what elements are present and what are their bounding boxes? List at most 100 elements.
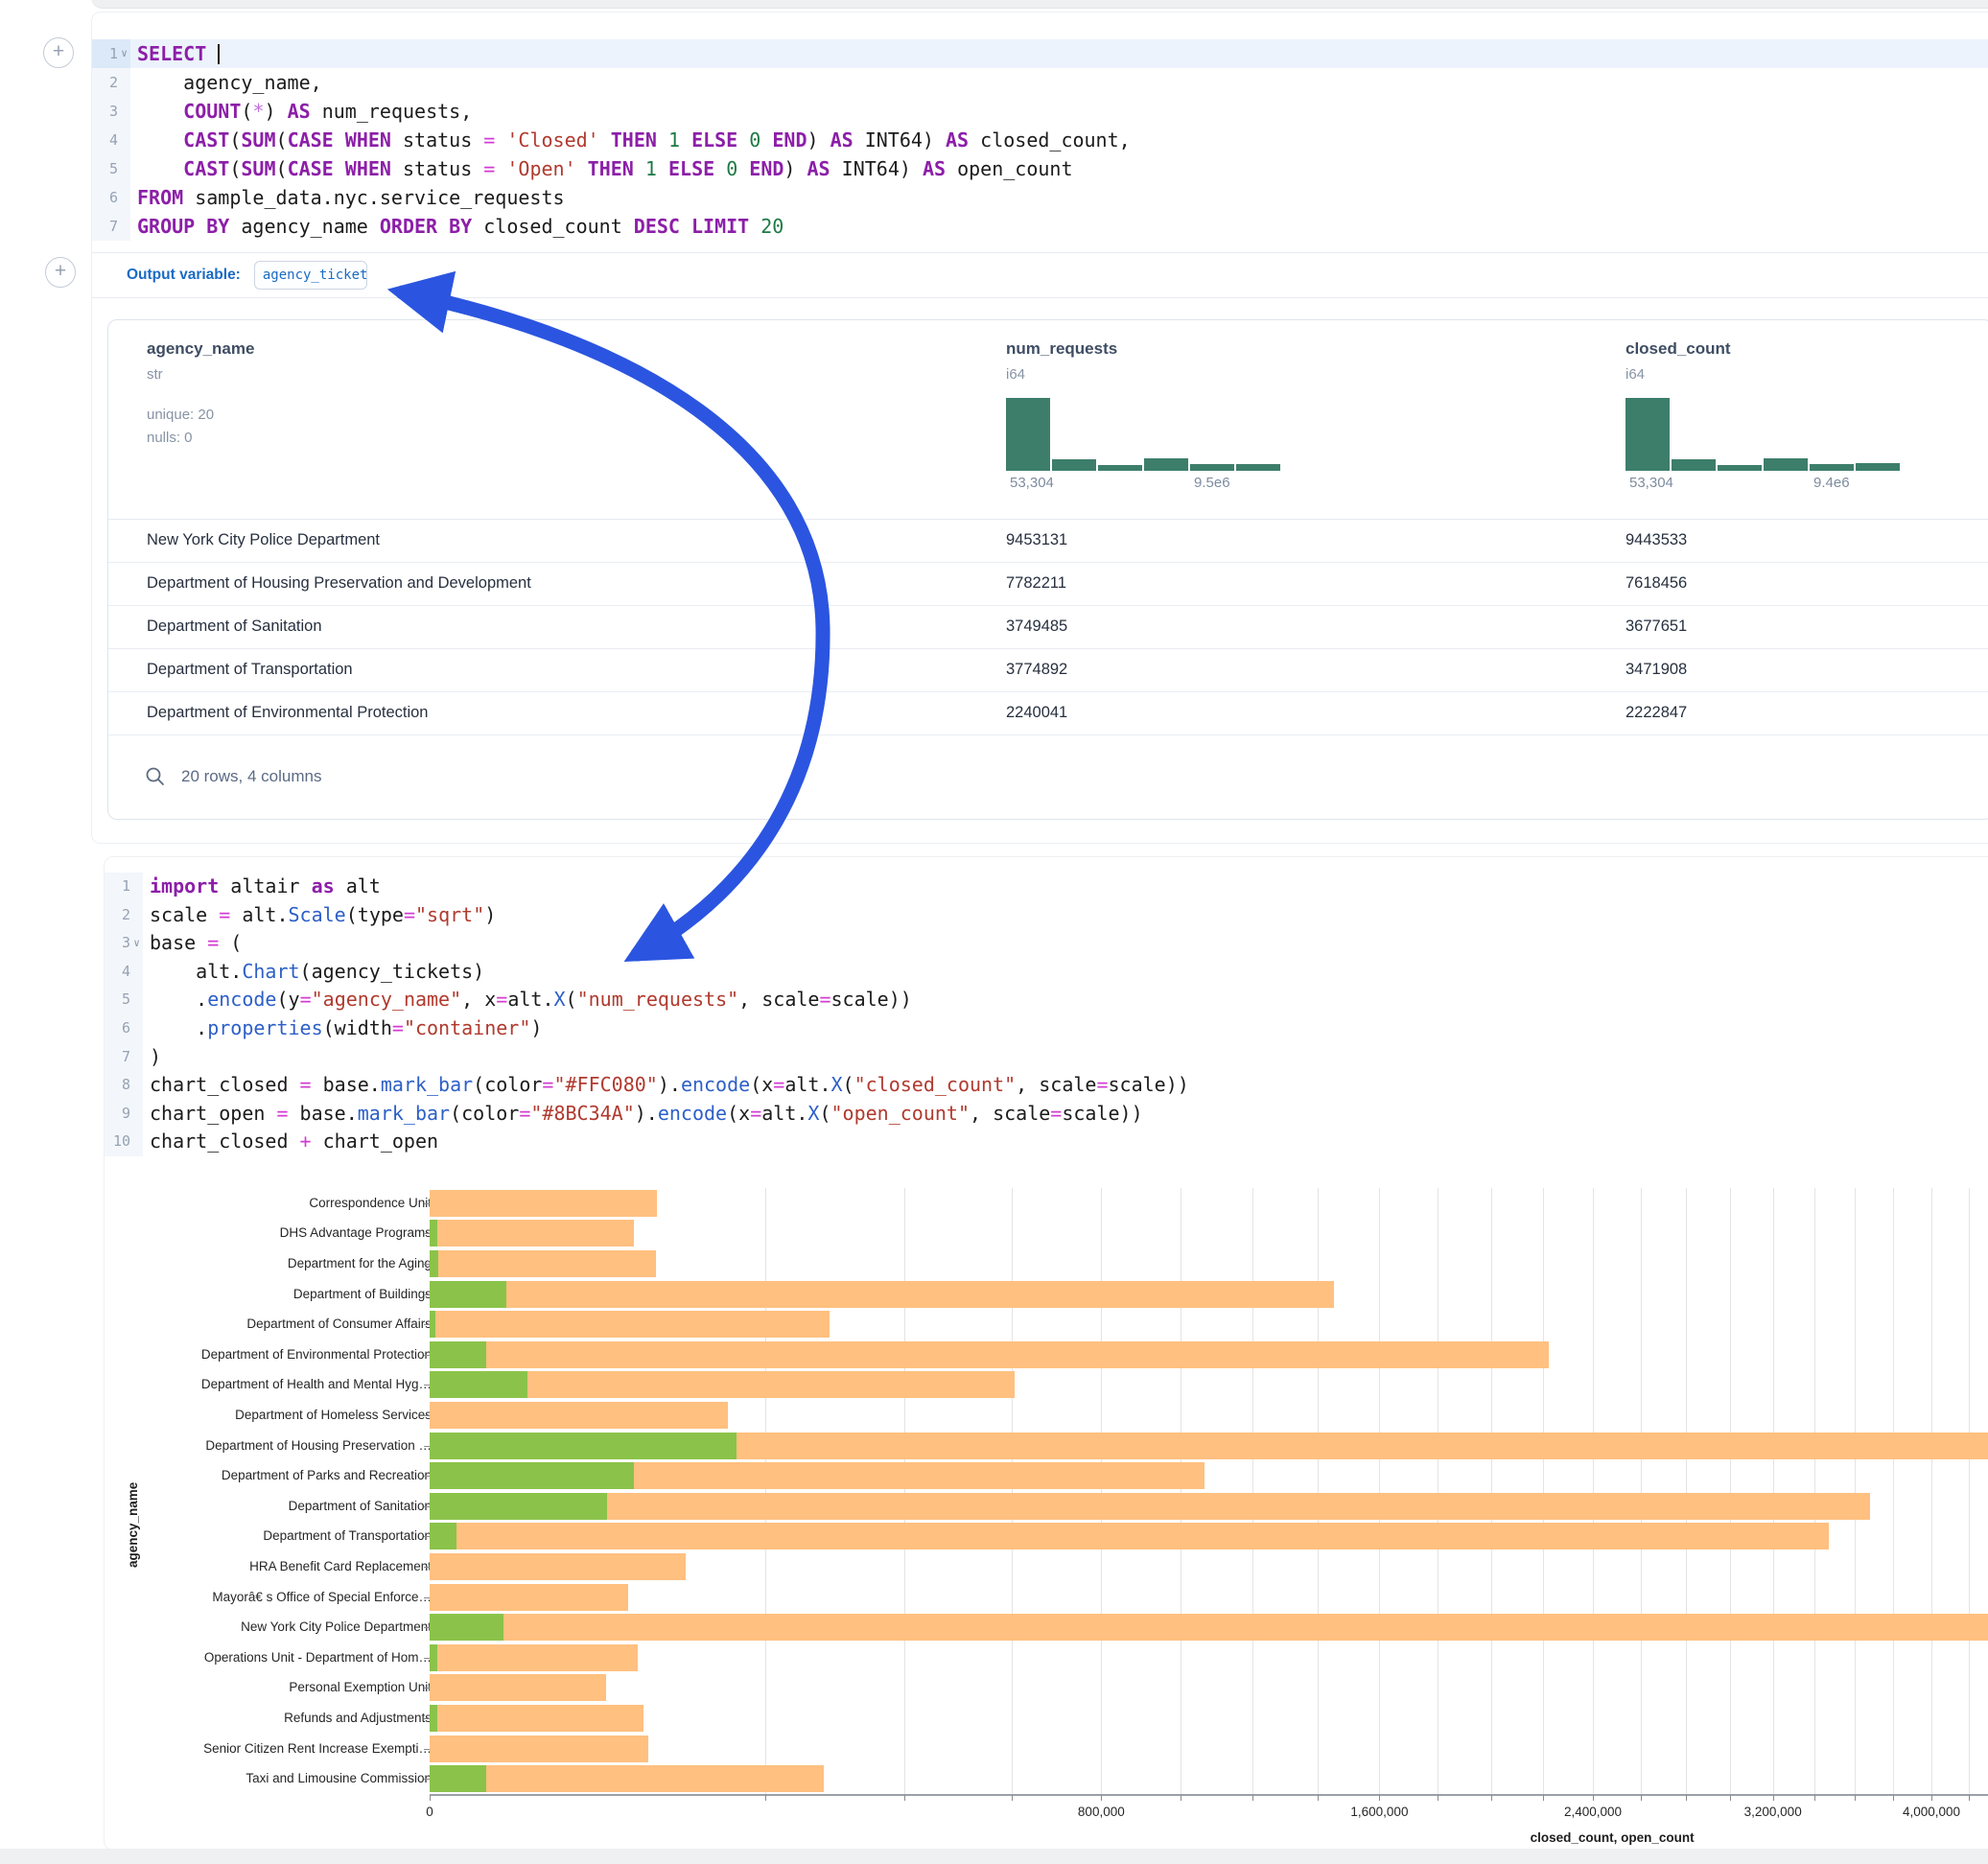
- y-axis-label: Personal Exemption Unit: [289, 1680, 432, 1694]
- code-line[interactable]: 10chart_closed + chart_open: [105, 1128, 1988, 1156]
- x-axis-tick: [1101, 1795, 1102, 1801]
- bar-closed-count: [430, 1250, 656, 1277]
- grid-line: [1773, 1188, 1774, 1794]
- code-text: CAST(SUM(CASE WHEN status = 'Closed' THE…: [130, 126, 1131, 154]
- code-text: alt.Chart(agency_tickets): [143, 958, 484, 987]
- table-row: Department of Housing Preservation and D…: [108, 562, 1988, 606]
- bar-open-count: [430, 1371, 527, 1398]
- code-line[interactable]: 2 agency_name,: [92, 68, 1988, 97]
- code-text: .properties(width="container"): [143, 1014, 542, 1043]
- bar-open-count: [430, 1523, 456, 1549]
- x-axis-tick: [1252, 1795, 1253, 1801]
- table-row: New York City Police Department945313194…: [108, 519, 1988, 563]
- table-cell: 2240041: [1006, 691, 1067, 734]
- column-header-agency_name[interactable]: agency_namestrunique: 20nulls: 0: [147, 320, 254, 450]
- code-line[interactable]: 3∨base = (: [105, 929, 1988, 958]
- x-axis-tick: [1730, 1795, 1731, 1801]
- line-number: 3: [92, 97, 130, 126]
- code-text: import altair as alt: [143, 873, 381, 901]
- table-cell: Department of Sanitation: [147, 605, 322, 648]
- column-header-num_requests[interactable]: num_requestsi6453,3049.5e6: [1006, 320, 1284, 492]
- line-number: 6: [92, 183, 130, 212]
- grid-line: [1931, 1188, 1932, 1794]
- grid-line: [1730, 1188, 1731, 1794]
- code-line[interactable]: 7): [105, 1043, 1988, 1072]
- y-axis-label: Department of Transportation: [263, 1528, 432, 1543]
- code-text: COUNT(*) AS num_requests,: [130, 97, 472, 126]
- bar-open-count: [430, 1644, 437, 1671]
- output-variable-pill[interactable]: agency_tickets: [254, 261, 367, 290]
- table-cell: 7618456: [1625, 562, 1687, 605]
- bar-open-count: [430, 1614, 503, 1641]
- code-line[interactable]: 3 COUNT(*) AS num_requests,: [92, 97, 1988, 126]
- x-axis-tick: [1969, 1795, 1970, 1801]
- bar-closed-count: [430, 1614, 1988, 1641]
- bar-closed-count: [430, 1493, 1870, 1520]
- bar-closed-count: [430, 1705, 643, 1732]
- grid-line: [1252, 1188, 1253, 1794]
- code-line[interactable]: 7GROUP BY agency_name ORDER BY closed_co…: [92, 212, 1988, 241]
- x-axis-tick: [1543, 1795, 1544, 1801]
- table-row: Department of Transportation377489234719…: [108, 648, 1988, 692]
- x-axis-tick: [1012, 1795, 1013, 1801]
- y-axis-label: Department for the Aging: [288, 1256, 432, 1270]
- code-line[interactable]: 4 alt.Chart(agency_tickets): [105, 958, 1988, 987]
- add-cell-button-top[interactable]: +: [43, 37, 74, 68]
- y-axis-label: DHS Advantage Programs: [280, 1225, 432, 1240]
- grid-line: [1318, 1188, 1319, 1794]
- code-line[interactable]: 1∨SELECT: [92, 39, 1988, 68]
- grid-line: [1893, 1188, 1894, 1794]
- line-number: 7: [105, 1043, 143, 1072]
- bar-open-count: [430, 1341, 486, 1368]
- bar-closed-count: [430, 1523, 1829, 1549]
- search-icon[interactable]: [145, 766, 166, 787]
- bar-closed-count: [430, 1190, 657, 1217]
- bar-open-count: [430, 1462, 634, 1489]
- bar-closed-count: [430, 1220, 634, 1247]
- code-line[interactable]: 5 .encode(y="agency_name", x=alt.X("num_…: [105, 986, 1988, 1014]
- bar-closed-count: [430, 1341, 1549, 1368]
- code-line[interactable]: 1import altair as alt: [105, 873, 1988, 901]
- code-text: chart_closed = base.mark_bar(color="#FFC…: [143, 1071, 1189, 1100]
- code-line[interactable]: 8chart_closed = base.mark_bar(color="#FF…: [105, 1071, 1988, 1100]
- y-axis-label: Operations Unit - Department of Hom…: [204, 1650, 432, 1665]
- code-text: GROUP BY agency_name ORDER BY closed_cou…: [130, 212, 784, 241]
- column-histogram: [1006, 396, 1284, 471]
- table-cell: 3677651: [1625, 605, 1687, 648]
- altair-chart: agency_name Correspondence UnitDHS Advan…: [105, 1188, 1988, 1850]
- code-line[interactable]: 5 CAST(SUM(CASE WHEN status = 'Open' THE…: [92, 154, 1988, 183]
- bar-closed-count: [430, 1402, 728, 1429]
- table-cell: 3774892: [1006, 648, 1067, 691]
- y-axis-label: Department of Homeless Services: [235, 1408, 432, 1422]
- bar-open-count: [430, 1705, 437, 1732]
- line-number: 9: [105, 1100, 143, 1129]
- column-header-closed_count[interactable]: closed_counti6453,3049.4e6: [1625, 320, 1904, 492]
- python-editor[interactable]: 1import altair as alt2scale = alt.Scale(…: [105, 873, 1988, 1156]
- fold-chevron-icon[interactable]: ∨: [118, 39, 130, 68]
- code-line[interactable]: 6 .properties(width="container"): [105, 1014, 1988, 1043]
- x-axis-label: 4,000,000: [1903, 1805, 1960, 1819]
- grid-line: [1379, 1188, 1380, 1794]
- sql-editor[interactable]: 1∨SELECT 2 agency_name,3 COUNT(*) AS num…: [92, 39, 1988, 241]
- line-number: 5: [105, 986, 143, 1014]
- code-line[interactable]: 2scale = alt.Scale(type="sqrt"): [105, 901, 1988, 930]
- code-text: .encode(y="agency_name", x=alt.X("num_re…: [143, 986, 912, 1014]
- bar-open-count: [430, 1311, 435, 1338]
- table-cell: New York City Police Department: [147, 519, 380, 562]
- text-caret: [218, 44, 220, 64]
- code-text: FROM sample_data.nyc.service_requests: [130, 183, 565, 212]
- add-cell-button-output[interactable]: +: [45, 257, 76, 288]
- code-line[interactable]: 6FROM sample_data.nyc.service_requests: [92, 183, 1988, 212]
- x-axis-line: [430, 1794, 1988, 1796]
- code-line[interactable]: 4 CAST(SUM(CASE WHEN status = 'Closed' T…: [92, 126, 1988, 154]
- cell-divider-bottom: [0, 1849, 1988, 1864]
- table-cell: 3749485: [1006, 605, 1067, 648]
- table-footer-text: 20 rows, 4 columns: [181, 767, 321, 786]
- y-axis-label: Taxi and Limousine Commission: [246, 1771, 432, 1785]
- notebook-page: + + 1∨SELECT 2 agency_name,3 COUNT(*) AS…: [0, 0, 1988, 1864]
- code-line[interactable]: 9chart_open = base.mark_bar(color="#8BC3…: [105, 1100, 1988, 1129]
- table-cell: 7782211: [1006, 562, 1066, 605]
- fold-chevron-icon[interactable]: ∨: [130, 929, 143, 958]
- y-axis-label: Department of Housing Preservation …: [205, 1438, 432, 1453]
- y-axis-label: HRA Benefit Card Replacement: [249, 1559, 432, 1573]
